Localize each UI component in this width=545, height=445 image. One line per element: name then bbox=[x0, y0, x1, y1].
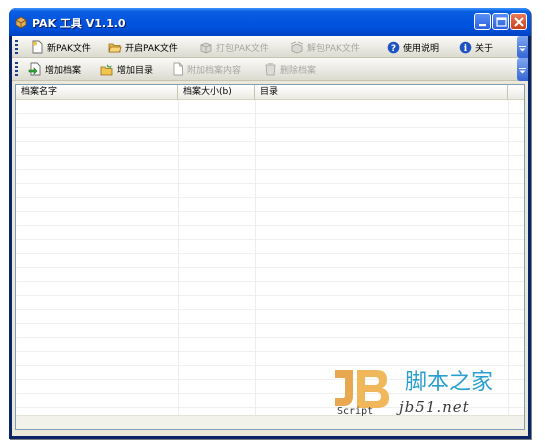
title-bar[interactable]: PAK 工具 V1.1.0 bbox=[9, 8, 531, 36]
horizontal-scrollbar[interactable] bbox=[16, 415, 524, 429]
minimize-button[interactable] bbox=[474, 13, 491, 30]
add-folder-label: 增加目录 bbox=[117, 65, 154, 76]
open-pak-label: 开启PAK文件 bbox=[125, 43, 178, 54]
about-label: 关于 bbox=[475, 43, 494, 54]
unpack-pak-button[interactable]: 解包PAK文件 bbox=[290, 39, 360, 55]
attach-content-label: 附加档案内容 bbox=[187, 65, 242, 76]
new-pak-label: 新PAK文件 bbox=[47, 43, 91, 54]
svg-text:i: i bbox=[464, 44, 468, 54]
add-folder-button[interactable]: 增加目录 bbox=[100, 61, 153, 77]
main-toolbar: 新PAK文件 开启PAK文件 打包PAK文件 解包PAK文件 ? 使用说明 i … bbox=[12, 36, 528, 58]
column-header-directory[interactable]: 目录 bbox=[255, 85, 508, 100]
help-button[interactable]: ? 使用说明 bbox=[387, 39, 439, 55]
toolbar-grip[interactable] bbox=[15, 62, 18, 76]
maximize-icon bbox=[496, 17, 507, 27]
file-list[interactable]: 档案名字 档案大小(b) 目录 bbox=[15, 84, 525, 430]
close-icon bbox=[514, 17, 524, 27]
svg-text:?: ? bbox=[391, 43, 396, 53]
info-icon: i bbox=[459, 41, 472, 54]
toolbar-overflow-button[interactable] bbox=[517, 36, 528, 58]
chevron-down-icon bbox=[519, 46, 526, 52]
window-title: PAK 工具 V1.1.0 bbox=[32, 17, 126, 30]
unpack-pak-label: 解包PAK文件 bbox=[307, 43, 360, 54]
new-pak-button[interactable]: 新PAK文件 bbox=[31, 39, 91, 55]
client-area: 新PAK文件 开启PAK文件 打包PAK文件 解包PAK文件 ? 使用说明 i … bbox=[12, 36, 528, 436]
column-header-size[interactable]: 档案大小(b) bbox=[178, 85, 255, 100]
about-button[interactable]: i 关于 bbox=[459, 39, 493, 55]
status-bar bbox=[12, 432, 528, 436]
file-toolbar: 增加档案 增加目录 附加档案内容 删除档案 bbox=[12, 58, 528, 81]
toolbar-grip[interactable] bbox=[15, 40, 18, 54]
column-header-name[interactable]: 档案名字 bbox=[16, 85, 178, 100]
new-file-icon bbox=[32, 40, 43, 54]
list-header: 档案名字 档案大小(b) 目录 bbox=[16, 85, 524, 100]
pack-pak-button[interactable]: 打包PAK文件 bbox=[199, 39, 269, 55]
maximize-button[interactable] bbox=[492, 13, 509, 30]
delete-file-button[interactable]: 删除档案 bbox=[264, 61, 316, 77]
attach-content-button[interactable]: 附加档案内容 bbox=[172, 61, 241, 77]
delete-file-icon bbox=[265, 63, 276, 76]
chevron-down-icon bbox=[519, 68, 526, 74]
unpack-icon bbox=[290, 41, 304, 53]
column-header-filler bbox=[508, 85, 524, 100]
pack-pak-label: 打包PAK文件 bbox=[216, 43, 269, 54]
add-file-label: 增加档案 bbox=[45, 65, 82, 76]
app-window: PAK 工具 V1.1.0 新PAK文件 开启PAK文件 打包PAK文件 解包P… bbox=[9, 8, 531, 439]
help-label: 使用说明 bbox=[403, 43, 440, 54]
add-folder-icon bbox=[100, 63, 113, 75]
delete-file-label: 删除档案 bbox=[280, 65, 317, 76]
add-file-icon bbox=[28, 62, 41, 76]
close-button[interactable] bbox=[510, 13, 527, 30]
list-rows[interactable] bbox=[16, 100, 524, 416]
pack-icon bbox=[200, 42, 212, 53]
toolbar-overflow-button[interactable] bbox=[517, 58, 528, 81]
attach-content-icon bbox=[173, 62, 183, 76]
app-icon bbox=[15, 16, 27, 29]
add-file-button[interactable]: 增加档案 bbox=[28, 61, 81, 77]
help-icon: ? bbox=[387, 41, 400, 53]
open-folder-icon bbox=[108, 43, 122, 52]
open-pak-button[interactable]: 开启PAK文件 bbox=[108, 39, 178, 55]
minimize-icon bbox=[479, 24, 486, 27]
